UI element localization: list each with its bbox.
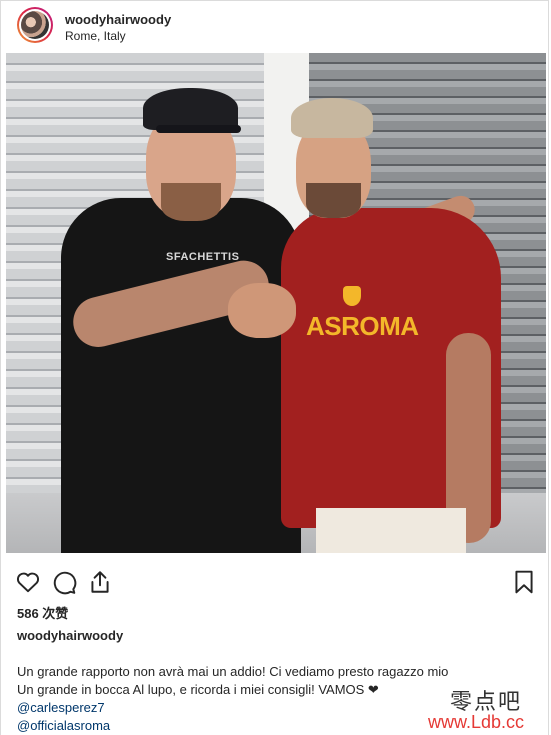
share-icon[interactable] — [87, 569, 113, 595]
watermark-url: www.Ldb.cc — [428, 712, 525, 732]
action-bar — [1, 563, 548, 599]
comment-icon[interactable] — [51, 569, 77, 595]
heart-icon[interactable] — [15, 569, 41, 595]
jersey-sponsor-text: ASROMA — [306, 311, 419, 341]
person-left-beard — [161, 183, 221, 221]
tee-logo-text: SFACHETTIS — [166, 251, 240, 263]
header-username[interactable]: woodyhairwoody — [65, 12, 171, 27]
likes-count[interactable]: 586 次赞 — [17, 603, 68, 622]
person-left-cap — [143, 88, 238, 130]
caption-line-1: Un grande rapporto non avrà mai un addio… — [17, 664, 449, 679]
header-location[interactable]: Rome, Italy — [65, 29, 126, 43]
person-right-shorts — [316, 508, 466, 553]
post-photo[interactable]: SFACHETTIS ASROMA — [6, 53, 546, 553]
avatar[interactable] — [17, 7, 53, 43]
person-right-beard — [306, 183, 361, 218]
person-right-hair — [291, 98, 373, 138]
bookmark-icon[interactable] — [511, 569, 537, 595]
post-header: woodyhairwoody Rome, Italy — [1, 1, 548, 53]
roma-crest-icon — [343, 286, 361, 306]
handshake — [228, 283, 296, 338]
instagram-post: woodyhairwoody Rome, Italy SFACHETTIS AS… — [0, 0, 549, 735]
caption-username[interactable]: woodyhairwoody — [17, 628, 123, 643]
avatar-photo — [21, 11, 49, 39]
person-left-cap-brim — [156, 125, 241, 133]
